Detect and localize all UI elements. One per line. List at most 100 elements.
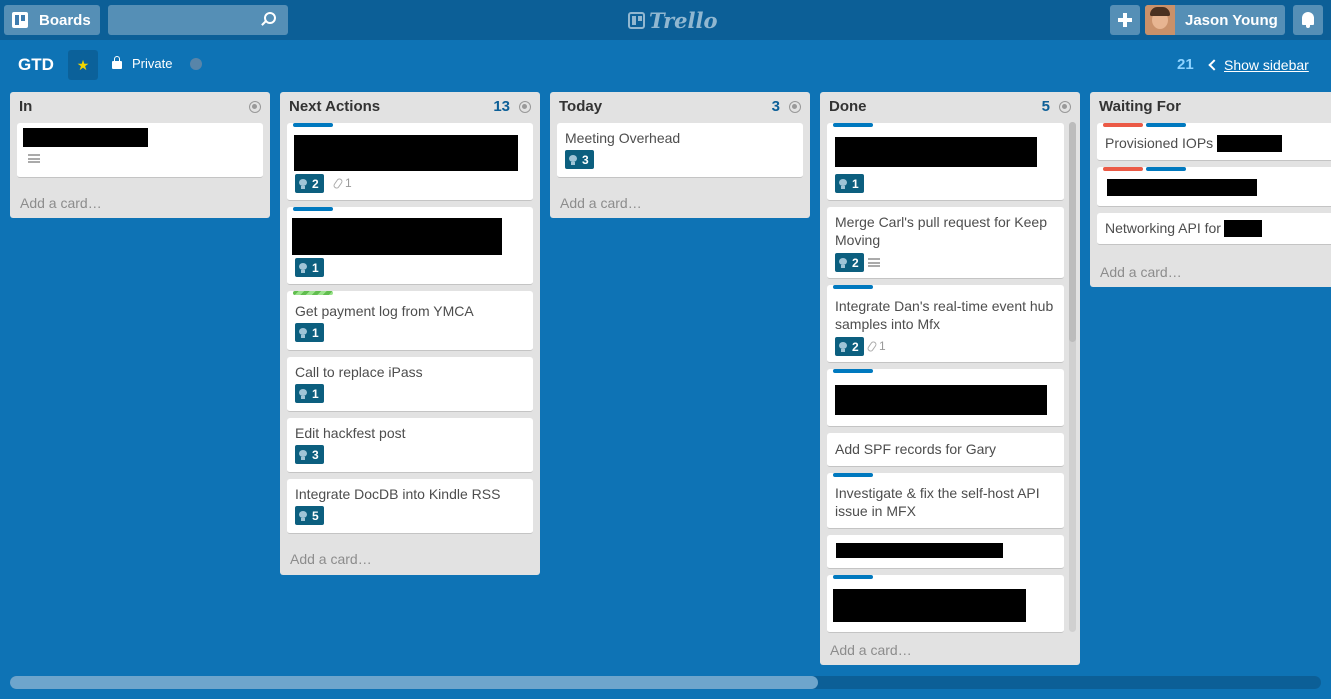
card[interactable]: Merge Carl's pull request for Keep Movin…	[827, 207, 1064, 279]
boards-icon	[12, 12, 28, 28]
list-header[interactable]: Waiting For	[1090, 92, 1331, 122]
list-scrollbar[interactable]	[1069, 122, 1076, 632]
trello-logo[interactable]: Trello	[628, 7, 718, 33]
bulb-icon	[299, 178, 307, 189]
list-menu-icon[interactable]	[1059, 101, 1071, 113]
badge-count: 5	[312, 508, 319, 523]
chevron-left-icon	[1208, 59, 1220, 71]
attachment-badge: 1	[332, 176, 352, 190]
boards-label: Boards	[39, 11, 91, 29]
card-title: Meeting Overhead	[565, 130, 681, 146]
list-title: Done	[829, 98, 867, 115]
attachment-count: 1	[345, 176, 352, 190]
list-header[interactable]: In	[10, 92, 270, 122]
card[interactable]	[827, 369, 1064, 427]
list-title: Waiting For	[1099, 98, 1181, 115]
list-today: Today 3 Meeting Overhead 3 Add a card…	[550, 92, 810, 218]
list-waiting-for: Waiting For Provisioned IOPs Networking …	[1090, 92, 1331, 287]
description-icon	[868, 258, 880, 267]
checklist-badge: 3	[295, 445, 324, 464]
trello-logo-text: Trello	[649, 7, 718, 33]
description-icon	[28, 154, 40, 163]
card[interactable]	[1097, 167, 1331, 207]
list-menu-icon[interactable]	[249, 101, 261, 113]
list-scroll-thumb[interactable]	[1069, 122, 1076, 342]
badge-count: 1	[312, 386, 319, 401]
card-label	[833, 473, 873, 477]
board-horizontal-scrollbar[interactable]	[10, 676, 1321, 689]
redacted-title	[836, 543, 1003, 558]
list-count: 3	[771, 98, 780, 115]
list-menu-icon[interactable]	[519, 101, 531, 113]
card[interactable]: Add SPF records for Gary	[827, 433, 1064, 467]
card-title: Networking API for	[1105, 220, 1221, 236]
add-button[interactable]	[1110, 5, 1140, 35]
board-scroll-thumb[interactable]	[10, 676, 818, 689]
badge-count: 1	[312, 325, 319, 340]
bell-icon	[1302, 12, 1314, 28]
redacted-title	[23, 128, 148, 147]
redacted-title	[294, 135, 518, 171]
badge-count: 1	[852, 176, 859, 191]
card[interactable]: Meeting Overhead 3	[557, 123, 803, 178]
paperclip-icon	[866, 339, 878, 353]
checklist-badge: 2	[835, 253, 864, 272]
card-title: Get payment log from YMCA	[295, 303, 474, 319]
add-card-link[interactable]: Add a card…	[830, 642, 912, 658]
card[interactable]	[17, 123, 263, 178]
search-input[interactable]	[108, 5, 288, 35]
card[interactable]: Edit hackfest post 3	[287, 418, 533, 473]
list-title: In	[19, 98, 33, 115]
search-icon[interactable]	[264, 12, 276, 24]
card[interactable]: 2 1	[287, 123, 533, 201]
card[interactable]	[827, 575, 1064, 633]
redacted-title	[1224, 220, 1262, 237]
redacted-title	[1107, 179, 1257, 196]
card[interactable]: 1	[827, 123, 1064, 201]
bulb-icon	[299, 327, 307, 338]
board-title[interactable]: GTD	[18, 55, 54, 75]
list-menu-icon[interactable]	[789, 101, 801, 113]
card[interactable]: Integrate DocDB into Kindle RSS 5	[287, 479, 533, 534]
list-done: Done 5 1 Merge Carl's pull request for K…	[820, 92, 1080, 665]
visibility-button[interactable]: Private	[112, 56, 172, 71]
list-header[interactable]: Done 5	[820, 92, 1080, 122]
list-header[interactable]: Today 3	[550, 92, 810, 122]
card[interactable]: Investigate & fix the self-host API issu…	[827, 473, 1064, 529]
card[interactable]: Integrate Dan's real-time event hub samp…	[827, 285, 1064, 363]
badge-count: 3	[582, 152, 589, 167]
checklist-badge: 1	[295, 384, 324, 403]
card[interactable]: Provisioned IOPs	[1097, 123, 1331, 161]
show-sidebar-link[interactable]: Show sidebar	[1208, 57, 1309, 73]
card-label	[293, 207, 333, 211]
badge-count: 2	[852, 339, 859, 354]
card-label	[293, 123, 333, 127]
card-title: Call to replace iPass	[295, 364, 423, 380]
add-card-link[interactable]: Add a card…	[290, 551, 372, 567]
checklist-badge: 1	[835, 174, 864, 193]
star-button[interactable]: ★	[68, 50, 98, 80]
card[interactable]: Get payment log from YMCA 1	[287, 291, 533, 351]
visibility-label: Private	[132, 56, 173, 71]
card[interactable]	[827, 535, 1064, 569]
checklist-badge: 5	[295, 506, 324, 525]
boards-button[interactable]: Boards	[4, 5, 100, 35]
lock-icon	[112, 56, 122, 69]
card-title: Add SPF records for Gary	[835, 441, 997, 457]
checklist-badge: 1	[295, 323, 324, 342]
list-header[interactable]: Next Actions 13	[280, 92, 540, 122]
add-card-link[interactable]: Add a card…	[560, 195, 642, 211]
user-menu-button[interactable]: Jason Young	[1145, 5, 1285, 35]
checklist-badge: 3	[565, 150, 594, 169]
team-icon[interactable]	[190, 58, 202, 70]
card[interactable]: Networking API for	[1097, 213, 1331, 245]
add-card-link[interactable]: Add a card…	[20, 195, 102, 211]
card-title: Integrate Dan's real-time event hub samp…	[835, 298, 1054, 332]
bulb-icon	[839, 341, 847, 352]
notifications-button[interactable]	[1293, 5, 1323, 35]
card[interactable]: Call to replace iPass 1	[287, 357, 533, 412]
card[interactable]: 1	[287, 207, 533, 285]
board-count: 21	[1177, 56, 1194, 73]
star-icon: ★	[76, 57, 90, 73]
add-card-link[interactable]: Add a card…	[1100, 264, 1182, 280]
